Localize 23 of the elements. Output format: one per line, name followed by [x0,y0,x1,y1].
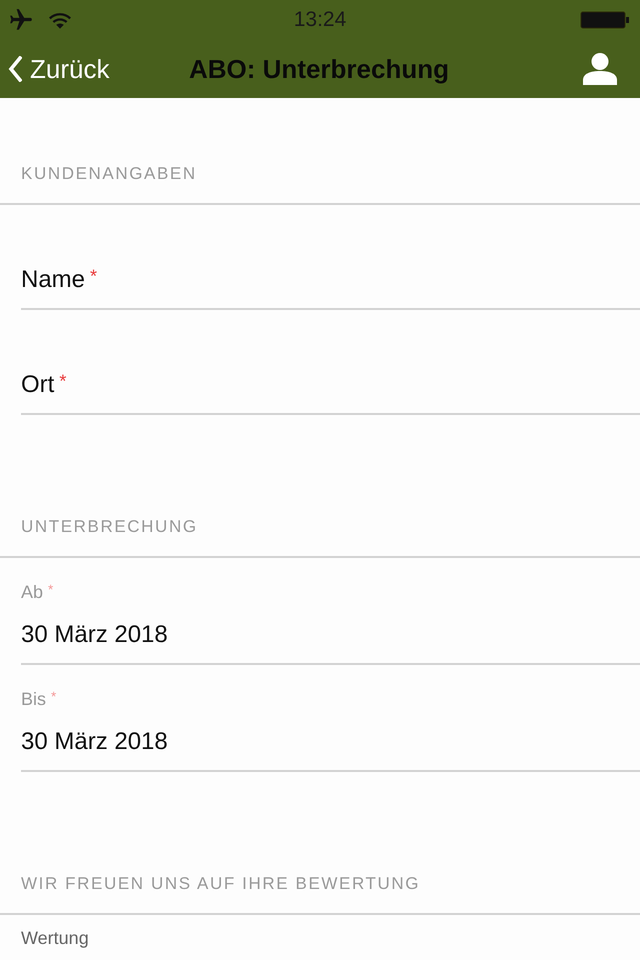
screen-title: ABO: Unterbrechung [189,54,449,84]
field-label: Ab * [21,582,54,603]
battery-icon [580,11,630,29]
input-field[interactable]: Name * [21,205,640,310]
date-field[interactable]: Bis * 30 März 2018 [21,665,640,772]
status-time: 13:24 [294,8,346,32]
section-header: KUNDENANGABEN [0,98,640,205]
account-button[interactable] [583,53,617,85]
back-button[interactable]: Zurück [8,54,110,84]
field-label: Bis * [21,689,56,710]
chevron-left-icon [8,56,22,82]
section-header: WIR FREUEN UNS AUF IHRE BEWERTUNG [0,808,640,915]
input-field[interactable]: Ort * [21,310,640,415]
date-value: 30 März 2018 [21,621,168,649]
wifi-icon [48,11,72,29]
person-icon [583,53,617,85]
section-header: UNTERBRECHUNG [0,451,640,558]
rating-label: Wertung [21,929,89,949]
date-value: 30 März 2018 [21,728,168,756]
field-label: Ort * [21,371,66,399]
field-label: Name * [21,266,98,294]
date-field[interactable]: Ab * 30 März 2018 [21,558,640,665]
airplane-icon [8,7,34,33]
